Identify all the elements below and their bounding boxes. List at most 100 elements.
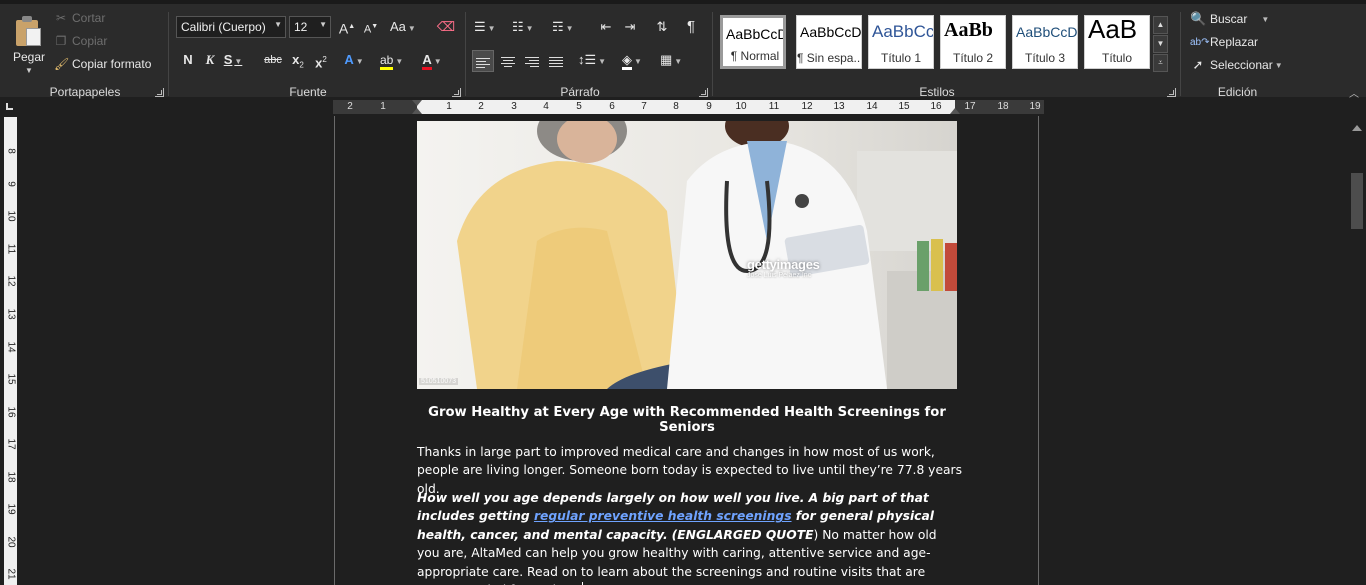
font-launcher-icon[interactable]	[452, 88, 461, 97]
align-right-button[interactable]	[522, 50, 542, 72]
decrease-indent-button[interactable]: ⇤	[596, 16, 616, 38]
chevron-down-icon: ▼	[319, 20, 327, 29]
vertical-ruler[interactable]: 8 9 10 11 12 13 14 15 16 17 18 19 20 21	[4, 117, 17, 585]
text-effects-button[interactable]: A ▼	[344, 49, 364, 71]
group-label-paragraph: Párrafo	[560, 85, 600, 99]
style-heading-2[interactable]: AaBb Título 2	[940, 15, 1006, 69]
font-size-combo[interactable]: 12 ▼	[289, 16, 331, 38]
chevron-down-icon: ▼	[598, 57, 607, 66]
find-button[interactable]: 🔍 Buscar ▼	[1190, 9, 1269, 29]
font-size-value: 12	[294, 20, 308, 34]
paragraph-launcher-icon[interactable]	[699, 88, 708, 97]
styles-scroll-down-icon[interactable]: ▼	[1153, 35, 1168, 53]
numbered-list-icon: ☷	[512, 19, 524, 34]
bold-button[interactable]: N	[178, 49, 198, 71]
align-center-button[interactable]	[498, 50, 518, 72]
superscript-button[interactable]: x2	[311, 49, 331, 71]
change-case-button[interactable]: Aa ▼	[390, 16, 416, 38]
align-center-icon	[501, 56, 515, 68]
ribbon: Pegar ▼ ✂ Cortar ❐ Copiar 🖌 Copiar forma…	[0, 0, 1366, 100]
document-image[interactable]: gettyimages Jose Luis Pelaez Inc 5105100…	[417, 121, 957, 389]
first-line-indent-marker[interactable]	[412, 100, 422, 106]
bullets-button[interactable]: ☰ ▼	[474, 16, 496, 38]
copy-label: Copiar	[72, 34, 108, 48]
style-normal[interactable]: AaBbCcD ¶ Normal	[720, 15, 786, 69]
paste-button[interactable]: Pegar ▼	[10, 14, 48, 78]
style-heading-1[interactable]: AaBbCc Título 1	[868, 15, 934, 69]
highlighter-icon: ab	[380, 53, 394, 70]
ruler-number: 14	[5, 341, 17, 353]
replace-button[interactable]: ab↷ Replazar	[1190, 32, 1258, 52]
document-heading[interactable]: Grow Healthy at Every Age with Recommend…	[417, 405, 957, 435]
align-left-icon	[476, 57, 490, 69]
highlight-button[interactable]: ab ▼	[380, 49, 403, 71]
vertical-scrollbar[interactable]	[1350, 121, 1364, 585]
multilevel-list-icon: ☶	[552, 19, 564, 34]
paragraph-2[interactable]: How well you age depends largely on how …	[417, 489, 962, 585]
line-spacing-button[interactable]: ↕☰ ▼	[578, 49, 606, 71]
paint-bucket-icon: ◈	[622, 52, 633, 70]
ruler-number: 5	[576, 101, 582, 112]
justify-button[interactable]	[546, 50, 566, 72]
styles-launcher-icon[interactable]	[1167, 88, 1176, 97]
style-title[interactable]: AaB Título	[1084, 15, 1150, 69]
numbering-button[interactable]: ☷ ▼	[512, 16, 534, 38]
style-sample: AaBbCcD	[800, 24, 862, 40]
font-color-button[interactable]: A ▼	[422, 49, 442, 71]
multilevel-list-button[interactable]: ☶ ▼	[552, 16, 574, 38]
strikethrough-button[interactable]: abc	[263, 49, 283, 71]
style-heading-3[interactable]: AaBbCcD Título 3	[1012, 15, 1078, 69]
scroll-up-arrow-icon[interactable]	[1352, 125, 1362, 131]
cut-button[interactable]: ✂ Cortar	[54, 9, 105, 27]
font-name-value: Calibri (Cuerpo)	[181, 20, 266, 34]
right-indent-marker[interactable]	[950, 108, 960, 114]
ruler-number: 15	[898, 101, 910, 112]
ruler-number: 20	[5, 536, 17, 548]
replace-icon: ab↷	[1190, 36, 1210, 48]
borders-button[interactable]: ▦ ▼	[660, 49, 682, 71]
cursor-arrow-icon: ➚	[1192, 57, 1204, 72]
underline-label: S	[223, 52, 233, 67]
shrink-font-button[interactable]: A▼	[361, 16, 381, 38]
select-button[interactable]: ➚ Seleccionar ▼	[1190, 55, 1283, 75]
style-sample: AaBbCcD	[726, 26, 786, 42]
find-label: Buscar	[1210, 12, 1248, 26]
left-indent-marker[interactable]	[412, 108, 422, 114]
shading-button[interactable]: ◈ ▼	[622, 49, 642, 71]
copy-button[interactable]: ❐ Copiar	[54, 32, 108, 50]
clear-format-icon[interactable]: ⌫	[436, 16, 456, 38]
italic-button[interactable]: K	[200, 49, 220, 71]
horizontal-ruler[interactable]: 2 1 1 2 3 4 5 6 7 8 9 10 11 12 13 14 15 …	[333, 100, 1044, 114]
chevron-down-icon: ▼	[525, 24, 534, 33]
subscript-button[interactable]: x2	[288, 49, 308, 71]
clipboard-launcher-icon[interactable]	[155, 88, 164, 97]
ruler-number: 17	[5, 438, 17, 450]
ruler-number: 7	[641, 101, 647, 112]
underline-button[interactable]: S ▼	[223, 49, 243, 71]
show-formatting-button[interactable]: ¶	[681, 16, 701, 38]
replace-label: Replazar	[1210, 35, 1259, 49]
grow-font-button[interactable]: A▲	[337, 16, 357, 38]
chevron-down-icon: ▼	[234, 57, 243, 66]
tab-selector-icon[interactable]	[0, 99, 20, 116]
sort-button[interactable]: ⇅	[652, 16, 672, 38]
scroll-thumb[interactable]	[1351, 173, 1363, 229]
style-sample: AaB	[1088, 15, 1138, 44]
chevron-down-icon[interactable]: ▼	[25, 66, 33, 75]
editor-note: (ENGLARGED QUOTE	[671, 527, 814, 542]
align-left-button[interactable]	[472, 50, 494, 72]
indent-icon: ⇥	[624, 19, 636, 34]
format-painter-button[interactable]: 🖌 Copiar formato	[54, 55, 151, 73]
style-no-spacing[interactable]: AaBbCcD ¶ Sin espa...	[796, 15, 862, 69]
increase-indent-button[interactable]: ⇥	[620, 16, 640, 38]
justify-icon	[549, 56, 563, 68]
style-name: Título 2	[952, 51, 994, 65]
collapse-ribbon-icon[interactable]: ︿	[1344, 84, 1364, 106]
chevron-down-icon: ▼	[487, 24, 496, 33]
group-separator	[1180, 12, 1181, 96]
preventive-screenings-link[interactable]: regular preventive health screenings	[534, 509, 792, 523]
scissors-icon: ✂	[55, 11, 67, 25]
font-name-combo[interactable]: Calibri (Cuerpo) ▼	[176, 16, 286, 38]
styles-scroll-up-icon[interactable]: ▲	[1153, 16, 1168, 34]
styles-more-icon[interactable]: ⩡	[1153, 54, 1168, 72]
